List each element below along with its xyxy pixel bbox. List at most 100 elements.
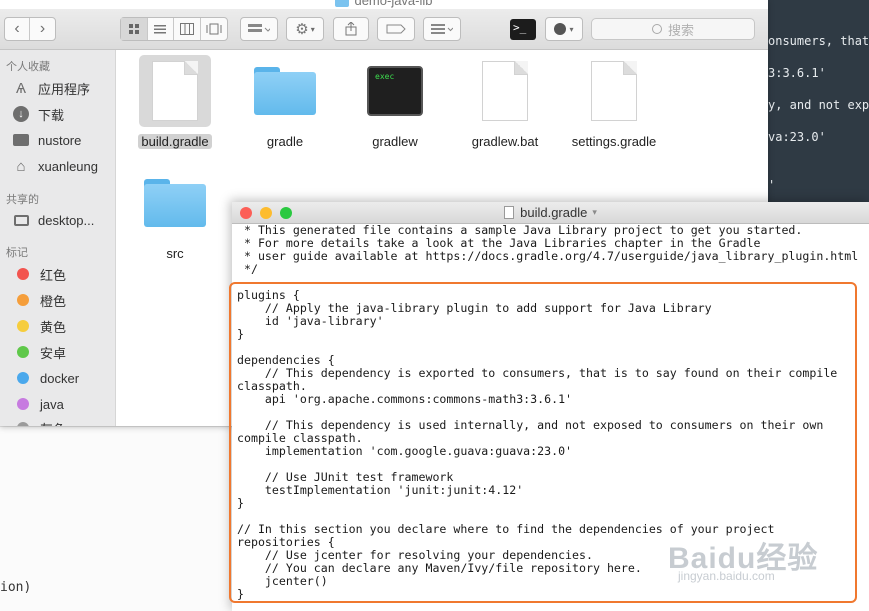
code-line: * user guide available at https://docs.g…: [237, 249, 859, 263]
gear-icon: ⚙: [295, 21, 309, 38]
tag-dot-icon: [17, 268, 29, 280]
zoom-button[interactable]: [280, 207, 292, 219]
tag-dot-icon: [17, 372, 29, 384]
sidebar-tag-android[interactable]: 安卓: [12, 341, 66, 363]
background-code-fragment: ion): [0, 580, 32, 595]
terminal-icon: >_: [513, 21, 527, 34]
sidebar-item-applications[interactable]: Ѧ 应用程序: [12, 77, 90, 99]
action-button[interactable]: ⚙ ▾: [286, 17, 324, 41]
list-view-button[interactable]: [148, 18, 174, 40]
terminal-line: 3:3.6.1': [768, 66, 826, 80]
editor-titlebar: build.gradle ▾: [232, 202, 869, 224]
arrange-icon: [431, 24, 453, 34]
sidebar-header-favorites: 个人收藏: [6, 61, 50, 73]
folder-icon: [144, 179, 206, 227]
folder-icon: [335, 0, 350, 7]
close-button[interactable]: [240, 207, 252, 219]
terminal-line: va:23.0': [768, 130, 826, 144]
finder-title: demo-java-lib: [0, 0, 768, 9]
chevron-down-icon: ▾: [592, 207, 597, 217]
chevron-left-icon: ‹: [14, 20, 20, 37]
app-shortcut-button[interactable]: ▾: [545, 17, 583, 41]
tag-icon: [386, 24, 406, 34]
file-settings-gradle[interactable]: settings.gradle: [564, 55, 664, 151]
finder-toolbar: ‹ › ⚙ ▾ >_ ▾ 搜索: [0, 9, 768, 50]
terminal-shortcut-button[interactable]: >_: [510, 19, 536, 40]
sidebar-tag-orange[interactable]: 橙色: [12, 289, 66, 311]
minimize-button[interactable]: [260, 207, 272, 219]
gallery-view-button[interactable]: [201, 18, 227, 40]
chevron-down-icon: ▾: [310, 24, 315, 34]
file-label: settings.gradle: [571, 134, 657, 149]
share-button[interactable]: [333, 17, 369, 41]
sidebar-header-tags: 标记: [6, 247, 28, 259]
file-gradlew-bat[interactable]: gradlew.bat: [455, 55, 555, 151]
code-line: */: [237, 262, 258, 276]
sidebar-item-desktop[interactable]: desktop...: [12, 209, 94, 231]
sidebar-item-nustore[interactable]: nustore: [12, 129, 81, 151]
document-icon: [482, 61, 528, 121]
document-icon: [591, 61, 637, 121]
sidebar-item-home[interactable]: ⌂ xuanleung: [12, 155, 98, 177]
document-icon: [504, 206, 515, 219]
search-input[interactable]: 搜索: [591, 18, 755, 40]
download-icon: ↓: [12, 105, 30, 123]
icon-view-button[interactable]: [121, 18, 148, 40]
forward-button[interactable]: ›: [30, 18, 55, 40]
sidebar-tag-yellow[interactable]: 黄色: [12, 315, 66, 337]
columns-icon: [179, 23, 194, 35]
file-label: gradlew.bat: [471, 134, 539, 149]
sidebar-tag-red[interactable]: 红色: [12, 263, 66, 285]
group-icon: [248, 24, 270, 32]
tag-dot-icon: [17, 346, 29, 358]
search-icon: [651, 24, 662, 34]
terminal-line: ': [768, 178, 776, 192]
gallery-icon: [206, 23, 222, 35]
back-button[interactable]: ‹: [5, 18, 31, 40]
computer-icon: [12, 211, 30, 229]
list-icon: [154, 25, 167, 34]
terminal-line: y, and not expo: [768, 98, 869, 112]
nav-buttons: ‹ ›: [4, 17, 56, 41]
file-gradlew[interactable]: exec gradlew: [345, 55, 445, 151]
app-icon: [554, 23, 567, 35]
sidebar-tag-gray[interactable]: 灰色: [12, 417, 66, 426]
watermark: Baidu经验 jingyan.baidu.com: [668, 533, 828, 603]
grid-icon: [128, 24, 139, 34]
file-build-gradle[interactable]: build.gradle: [125, 55, 225, 151]
view-mode-switcher: [120, 17, 228, 41]
chevron-right-icon: ›: [39, 20, 46, 37]
arrange-button[interactable]: [423, 17, 461, 41]
file-label: gradlew: [372, 134, 418, 149]
background-terminal: onsumers, that i 3:3.6.1' y, and not exp…: [768, 0, 869, 220]
tag-dot-icon: [17, 398, 29, 410]
sidebar-tag-docker[interactable]: docker: [12, 367, 79, 389]
folder-src[interactable]: src: [125, 167, 225, 263]
editor-title[interactable]: build.gradle: [520, 205, 587, 220]
file-label: gradle: [266, 134, 304, 149]
home-icon: ⌂: [16, 157, 26, 175]
group-button[interactable]: [240, 17, 278, 41]
executable-icon: exec: [367, 66, 423, 116]
tag-dot-icon: [17, 294, 29, 306]
chevron-down-icon: ▾: [569, 24, 574, 34]
terminal-line: onsumers, that i: [768, 34, 869, 48]
column-view-button[interactable]: [174, 18, 201, 40]
folder-icon: [254, 67, 316, 115]
folder-icon: [12, 131, 30, 149]
folder-gradle[interactable]: gradle: [235, 55, 335, 151]
share-icon: [345, 22, 357, 36]
tag-button[interactable]: [377, 17, 415, 41]
file-label: build.gradle: [138, 134, 212, 149]
tag-dot-icon: [17, 320, 29, 332]
document-icon: [152, 61, 198, 121]
finder-sidebar: 个人收藏 Ѧ 应用程序 ↓ 下载 nustore ⌂ xuanleung 共享的 de…: [0, 50, 116, 426]
tag-dot-icon: [17, 422, 29, 426]
applications-icon: Ѧ: [15, 79, 27, 97]
sidebar-item-downloads[interactable]: ↓ 下载: [12, 103, 64, 125]
watermark-url: jingyan.baidu.com: [678, 569, 775, 583]
sidebar-header-shared: 共享的: [6, 194, 39, 206]
background-editor: ion): [0, 426, 232, 611]
file-label: src: [166, 246, 184, 261]
sidebar-tag-java[interactable]: java: [12, 393, 64, 415]
